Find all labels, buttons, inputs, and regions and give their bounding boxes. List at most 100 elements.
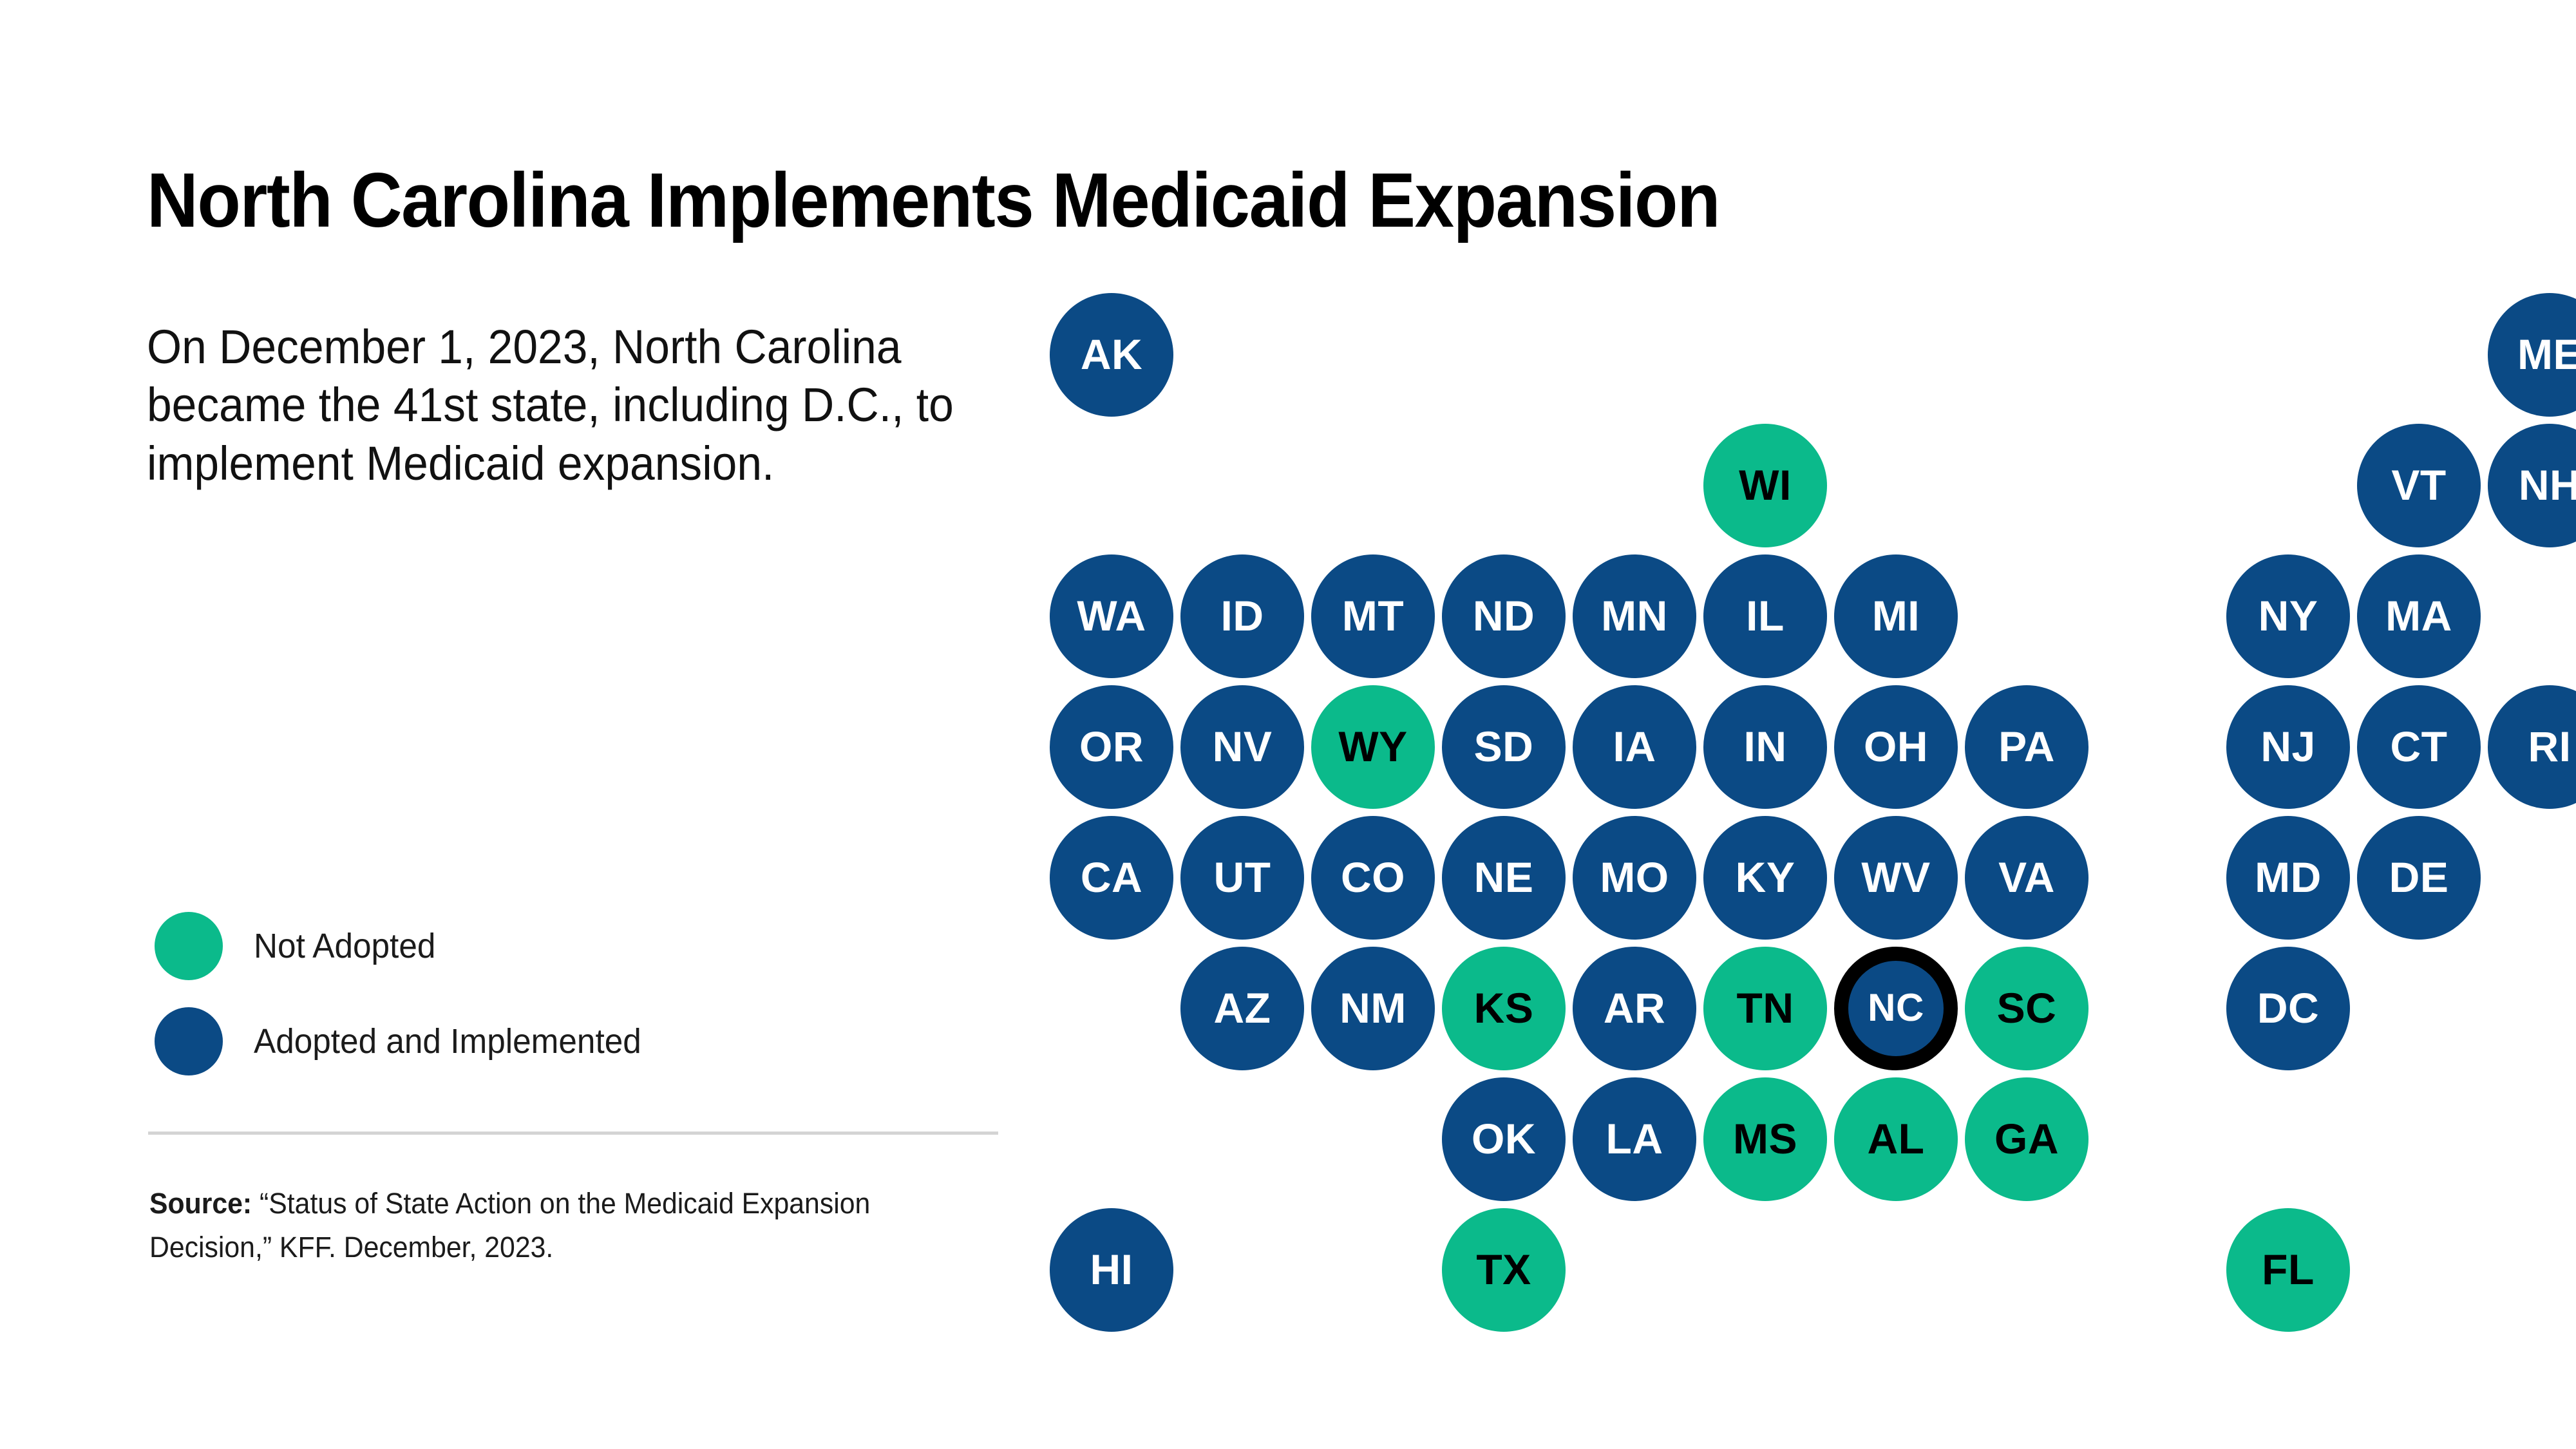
state-ky[interactable]: KY bbox=[1703, 816, 1827, 940]
state-ct[interactable]: CT bbox=[2357, 685, 2481, 809]
left-panel: On December 1, 2023, North Carolina beca… bbox=[147, 270, 1003, 540]
state-label: UT bbox=[1213, 853, 1271, 901]
state-label: FL bbox=[2262, 1245, 2315, 1293]
state-al[interactable]: AL bbox=[1834, 1077, 1958, 1201]
state-label: WY bbox=[1338, 723, 1408, 770]
state-label: CO bbox=[1341, 853, 1405, 901]
state-label: NC bbox=[1868, 986, 1924, 1029]
state-mo[interactable]: MO bbox=[1573, 816, 1696, 940]
state-ms[interactable]: MS bbox=[1703, 1077, 1827, 1201]
state-label: VT bbox=[2391, 461, 2447, 509]
state-label: WV bbox=[1861, 853, 1931, 901]
state-label: OR bbox=[1079, 723, 1144, 770]
state-label: VA bbox=[1998, 853, 2055, 901]
state-label: AK bbox=[1080, 330, 1143, 378]
legend-swatch-not-adopted bbox=[155, 912, 223, 980]
state-label: MS bbox=[1733, 1115, 1797, 1162]
state-label: WI bbox=[1739, 461, 1792, 509]
state-label: MA bbox=[2385, 592, 2452, 639]
state-tx[interactable]: TX bbox=[1442, 1208, 1566, 1332]
state-ia[interactable]: IA bbox=[1573, 685, 1696, 809]
state-label: ND bbox=[1472, 592, 1535, 639]
state-label: SC bbox=[1996, 984, 2057, 1032]
source-note: Source: “Status of State Action on the M… bbox=[149, 1182, 981, 1270]
state-nd[interactable]: ND bbox=[1442, 554, 1566, 678]
state-tn[interactable]: TN bbox=[1703, 947, 1827, 1070]
infographic-root: North Carolina Implements Medicaid Expan… bbox=[0, 0, 2576, 1449]
divider bbox=[148, 1132, 998, 1135]
legend-swatch-adopted bbox=[155, 1007, 223, 1075]
state-or[interactable]: OR bbox=[1050, 685, 1173, 809]
page-title: North Carolina Implements Medicaid Expan… bbox=[147, 157, 1721, 244]
state-ok[interactable]: OK bbox=[1442, 1077, 1566, 1201]
state-dc[interactable]: DC bbox=[2226, 947, 2350, 1070]
state-sd[interactable]: SD bbox=[1442, 685, 1566, 809]
state-label: RI bbox=[2528, 723, 2571, 770]
state-nv[interactable]: NV bbox=[1180, 685, 1304, 809]
state-ks[interactable]: KS bbox=[1442, 947, 1566, 1070]
state-label: MI bbox=[1871, 592, 1920, 639]
state-label: DE bbox=[2389, 853, 2449, 901]
state-ny[interactable]: NY bbox=[2226, 554, 2350, 678]
state-ut[interactable]: UT bbox=[1180, 816, 1304, 940]
state-wy[interactable]: WY bbox=[1311, 685, 1435, 809]
state-ak[interactable]: AK bbox=[1050, 293, 1173, 417]
state-mi[interactable]: MI bbox=[1834, 554, 1958, 678]
state-mt[interactable]: MT bbox=[1311, 554, 1435, 678]
legend-label: Adopted and Implemented bbox=[254, 1022, 641, 1061]
state-nj[interactable]: NJ bbox=[2226, 685, 2350, 809]
state-label: GA bbox=[1994, 1115, 2059, 1162]
state-label: DC bbox=[2257, 984, 2320, 1032]
state-label: MT bbox=[1341, 592, 1405, 639]
state-wi[interactable]: WI bbox=[1703, 424, 1827, 547]
legend-item-adopted[interactable]: Adopted and Implemented bbox=[155, 994, 1005, 1089]
state-pa[interactable]: PA bbox=[1965, 685, 2088, 809]
state-co[interactable]: CO bbox=[1311, 816, 1435, 940]
state-hi[interactable]: HI bbox=[1050, 1208, 1173, 1332]
state-ar[interactable]: AR bbox=[1573, 947, 1696, 1070]
state-ga[interactable]: GA bbox=[1965, 1077, 2088, 1201]
state-sc[interactable]: SC bbox=[1965, 947, 2088, 1070]
state-label: MO bbox=[1600, 853, 1669, 901]
state-wv[interactable]: WV bbox=[1834, 816, 1958, 940]
state-wa[interactable]: WA bbox=[1050, 554, 1173, 678]
state-va[interactable]: VA bbox=[1965, 816, 2088, 940]
state-label: OK bbox=[1472, 1115, 1536, 1162]
state-md[interactable]: MD bbox=[2226, 816, 2350, 940]
legend-item-not-adopted[interactable]: Not Adopted bbox=[155, 898, 1005, 994]
legend-label: Not Adopted bbox=[254, 927, 436, 965]
state-mn[interactable]: MN bbox=[1573, 554, 1696, 678]
state-ma[interactable]: MA bbox=[2357, 554, 2481, 678]
state-label: MN bbox=[1601, 592, 1668, 639]
state-label: OH bbox=[1864, 723, 1928, 770]
source-label: Source: bbox=[149, 1187, 252, 1220]
state-label: AZ bbox=[1213, 984, 1271, 1032]
state-label: NE bbox=[1473, 853, 1534, 901]
state-vt[interactable]: VT bbox=[2357, 424, 2481, 547]
state-label: KY bbox=[1735, 853, 1795, 901]
state-ne[interactable]: NE bbox=[1442, 816, 1566, 940]
state-label: ID bbox=[1220, 592, 1264, 639]
state-ca[interactable]: CA bbox=[1050, 816, 1173, 940]
state-in[interactable]: IN bbox=[1703, 685, 1827, 809]
state-ri[interactable]: RI bbox=[2488, 685, 2576, 809]
state-de[interactable]: DE bbox=[2357, 816, 2481, 940]
state-az[interactable]: AZ bbox=[1180, 947, 1304, 1070]
state-me[interactable]: ME bbox=[2488, 293, 2576, 417]
state-il[interactable]: IL bbox=[1703, 554, 1827, 678]
state-label: TN bbox=[1736, 984, 1794, 1032]
state-label: AL bbox=[1867, 1115, 1925, 1162]
lede-paragraph: On December 1, 2023, North Carolina beca… bbox=[147, 320, 954, 490]
state-la[interactable]: LA bbox=[1573, 1077, 1696, 1201]
state-label: LA bbox=[1605, 1115, 1663, 1162]
state-fl[interactable]: FL bbox=[2226, 1208, 2350, 1332]
state-nh[interactable]: NH bbox=[2488, 424, 2576, 547]
state-id[interactable]: ID bbox=[1180, 554, 1304, 678]
state-label: AR bbox=[1603, 984, 1666, 1032]
state-nc[interactable]: NC bbox=[1834, 947, 1958, 1070]
source-text: “Status of State Action on the Medicaid … bbox=[149, 1187, 871, 1264]
state-nm[interactable]: NM bbox=[1311, 947, 1435, 1070]
state-label: CT bbox=[2390, 723, 2448, 770]
state-label: CA bbox=[1080, 853, 1143, 901]
state-oh[interactable]: OH bbox=[1834, 685, 1958, 809]
